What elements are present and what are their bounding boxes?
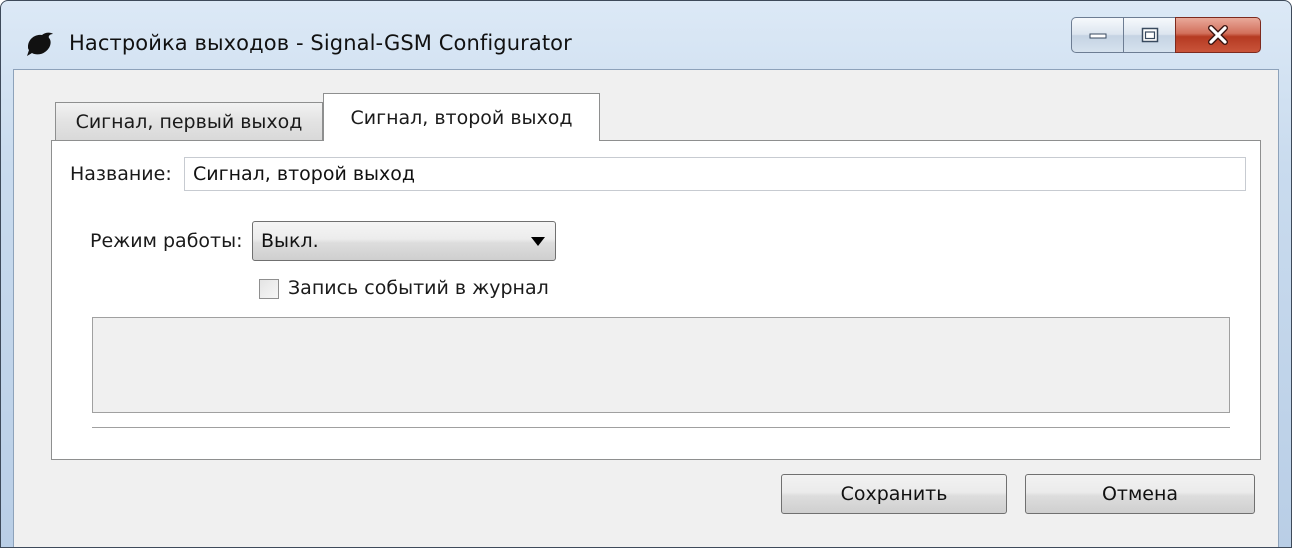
maximize-icon [1141,27,1158,43]
save-button[interactable]: Сохранить [781,474,1007,514]
chevron-down-icon [531,237,545,246]
tab-second-output[interactable]: Сигнал, второй выход [323,93,600,141]
options-group-box [92,317,1230,413]
minimize-button[interactable] [1071,17,1123,53]
mode-select-value: Выкл. [261,230,319,252]
mode-select[interactable]: Выкл. [252,221,556,261]
log-events-label[interactable]: Запись событий в журнал [288,277,549,299]
configurator-window: Настройка выходов - Signal-GSM Configura… [0,0,1292,548]
cancel-button[interactable]: Отмена [1025,474,1255,514]
close-icon [1208,25,1228,45]
title-bar[interactable]: Настройка выходов - Signal-GSM Configura… [1,1,1291,69]
name-label: Название: [70,163,172,185]
mode-label: Режим работы: [90,230,243,252]
dialog-client-area: Сигнал, первый выход Сигнал, второй выхо… [13,69,1279,547]
log-events-checkbox[interactable] [259,279,279,299]
name-input[interactable]: Сигнал, второй выход [184,157,1246,191]
maximize-button[interactable] [1123,17,1175,53]
tab-first-output[interactable]: Сигнал, первый выход [55,102,323,140]
window-title: Настройка выходов - Signal-GSM Configura… [69,31,572,55]
app-bird-icon [27,32,53,56]
tab-panel: Название: Сигнал, второй выход Режим раб… [51,140,1261,460]
separator-line [92,427,1230,429]
minimize-icon [1089,33,1106,39]
caption-buttons [1071,17,1261,53]
close-button[interactable] [1175,17,1261,53]
